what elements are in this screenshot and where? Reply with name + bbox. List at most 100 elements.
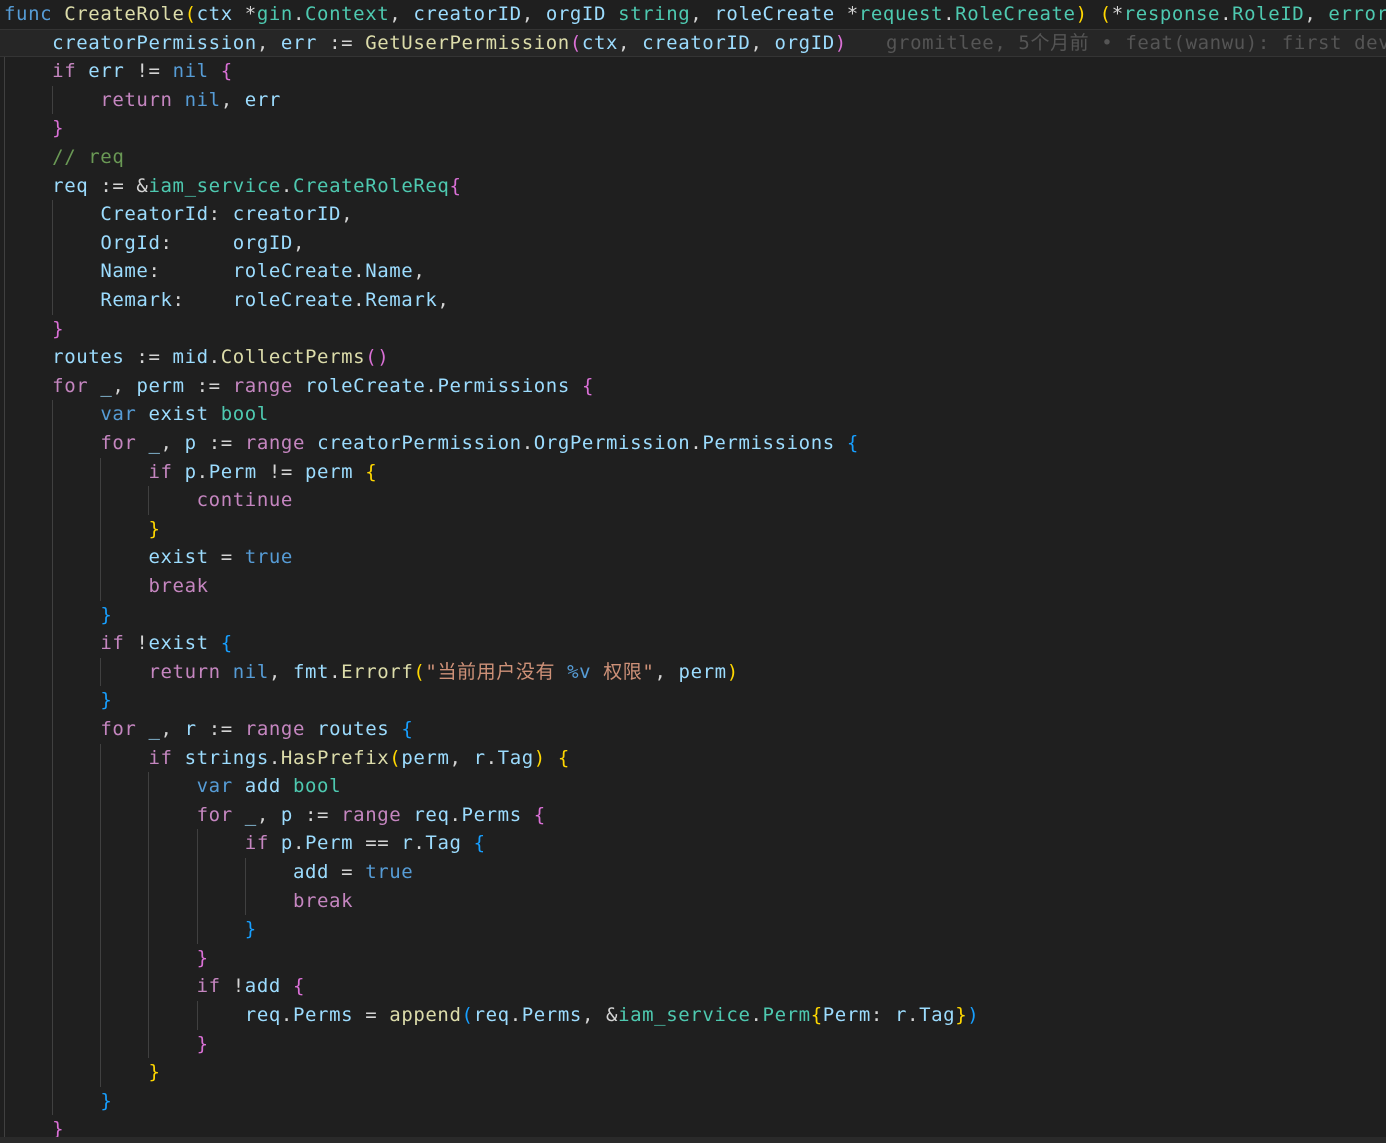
code-token: Tag (497, 746, 534, 769)
code-line[interactable]: } (0, 601, 1386, 630)
code-token: var (196, 775, 233, 798)
code-line[interactable]: } (0, 1058, 1386, 1087)
code-token: Tag (919, 1004, 956, 1026)
code-line[interactable]: return nil, err (0, 86, 1386, 115)
code-line[interactable]: } (0, 1087, 1386, 1116)
code-token: , (389, 3, 414, 25)
code-text: return nil, err (4, 86, 281, 115)
code-token: . (196, 460, 209, 483)
code-text: func CreateRole(ctx *gin.Context, creato… (4, 0, 1386, 29)
code-text: exist = true (4, 543, 293, 572)
code-token: , (750, 31, 775, 54)
code-token: r (473, 746, 486, 769)
code-token: } (100, 1089, 113, 1112)
code-token: ( (569, 31, 582, 54)
code-token: range (244, 432, 306, 454)
code-line[interactable]: creatorPermission, err := GetUserPermiss… (0, 28, 1386, 58)
code-token: ( (184, 3, 197, 25)
code-line[interactable]: var exist bool (0, 400, 1386, 429)
code-line[interactable]: continue (0, 486, 1386, 515)
code-line[interactable]: for _, perm := range roleCreate.Permissi… (0, 372, 1386, 401)
code-line[interactable]: } (0, 1030, 1386, 1059)
code-text: if !add { (4, 972, 305, 1001)
code-token: , (618, 31, 643, 54)
code-line[interactable]: routes := mid.CollectPerms() (0, 343, 1386, 372)
code-token: p (184, 460, 197, 483)
code-line[interactable]: req := &iam_service.CreateRoleReq{ (0, 172, 1386, 201)
code-text: req.Perms = append(req.Perms, &iam_servi… (4, 1001, 979, 1030)
code-token: . (521, 432, 534, 454)
code-token: nil (232, 660, 269, 683)
code-token: ! (220, 975, 245, 998)
code-line[interactable]: if !add { (0, 972, 1386, 1001)
code-token: Name (365, 260, 414, 283)
code-token: } (196, 946, 209, 969)
code-line[interactable]: var add bool (0, 772, 1386, 801)
code-line[interactable]: Name: roleCreate.Name, (0, 257, 1386, 286)
code-token: { (292, 975, 305, 998)
code-line[interactable]: req.Perms = append(req.Perms, &iam_servi… (0, 1001, 1386, 1030)
code-line[interactable]: if strings.HasPrefix(perm, r.Tag) { (0, 744, 1386, 773)
horizontal-scrollbar[interactable] (0, 1137, 1386, 1143)
code-line[interactable]: } (0, 944, 1386, 973)
code-token: ( (413, 660, 426, 683)
code-line[interactable]: return nil, fmt.Errorf("当前用户没有 %v 权限", p… (0, 658, 1386, 687)
code-token: ctx (581, 31, 619, 54)
code-line[interactable]: func CreateRole(ctx *gin.Context, creato… (0, 0, 1386, 29)
code-text: for _, p := range creatorPermission.OrgP… (4, 429, 859, 458)
code-line[interactable]: CreatorId: creatorID, (0, 200, 1386, 229)
code-text: } (4, 515, 161, 544)
code-token: return (148, 660, 221, 683)
code-token: roleCreate (232, 260, 354, 283)
code-line[interactable]: for _, r := range routes { (0, 715, 1386, 744)
code-token: 权限" (591, 660, 655, 683)
code-line[interactable]: for _, p := range creatorPermission.OrgP… (0, 429, 1386, 458)
code-line[interactable]: add = true (0, 858, 1386, 887)
code-line[interactable]: if p.Perm != perm { (0, 458, 1386, 487)
code-line[interactable]: break (0, 572, 1386, 601)
code-line[interactable]: // req (0, 143, 1386, 172)
code-line[interactable]: break (0, 887, 1386, 916)
code-line[interactable]: exist = true (0, 543, 1386, 572)
code-token: { (449, 174, 462, 197)
code-line[interactable]: OrgId: orgID, (0, 229, 1386, 258)
code-token: ( (389, 746, 402, 769)
code-token: Tag (425, 832, 462, 855)
code-line[interactable]: if !exist { (0, 629, 1386, 658)
code-line[interactable]: if p.Perm == r.Tag { (0, 829, 1386, 858)
code-line[interactable]: for _, p := range req.Perms { (0, 801, 1386, 830)
code-editor[interactable]: func CreateRole(ctx *gin.Context, creato… (0, 0, 1386, 1143)
code-text: var add bool (4, 772, 341, 801)
code-line[interactable]: } (0, 114, 1386, 143)
code-token: perm (678, 660, 727, 683)
code-line[interactable]: Remark: roleCreate.Remark, (0, 286, 1386, 315)
code-line[interactable]: } (0, 315, 1386, 344)
code-token: roleCreate (305, 374, 426, 397)
code-token: , (341, 203, 354, 226)
code-line[interactable]: } (0, 915, 1386, 944)
code-token: // req (52, 146, 125, 168)
code-token: . (353, 289, 366, 311)
code-line[interactable]: } (0, 686, 1386, 715)
code-token: routes (317, 718, 390, 740)
code-token: , (413, 260, 426, 283)
code-token: gin (256, 3, 293, 25)
code-token: iam_service (148, 174, 281, 197)
code-line[interactable]: } (0, 515, 1386, 544)
code-line[interactable]: if err != nil { (0, 57, 1386, 86)
